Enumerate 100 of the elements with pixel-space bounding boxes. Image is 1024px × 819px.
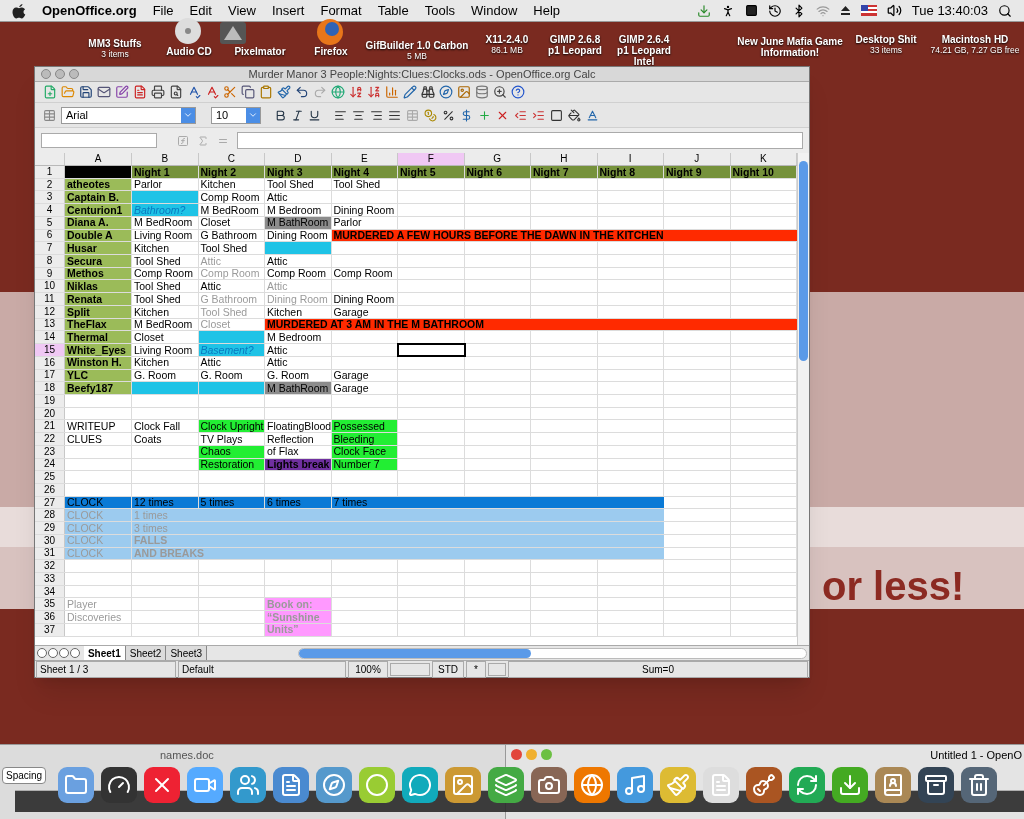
coins-icon[interactable]: [424, 108, 437, 122]
picture-icon[interactable]: [457, 85, 471, 99]
align-justify-icon[interactable]: [388, 108, 401, 122]
camera-icon[interactable]: [531, 767, 567, 803]
menu-item[interactable]: Table: [377, 0, 409, 21]
video-camera-icon[interactable]: [187, 767, 223, 803]
formula-input[interactable]: [237, 132, 803, 149]
x-mark-icon[interactable]: [144, 767, 180, 803]
archive-icon[interactable]: [918, 767, 954, 803]
printer-icon[interactable]: [151, 85, 165, 99]
menu-item[interactable]: Help: [533, 0, 561, 21]
indent-decrease-icon[interactable]: [514, 108, 527, 122]
row-header[interactable]: 21: [35, 420, 65, 433]
binoculars-icon[interactable]: [421, 85, 435, 99]
column-header[interactable]: I: [597, 153, 664, 165]
close-button[interactable]: [511, 749, 522, 760]
menu-item[interactable]: Window: [471, 0, 518, 21]
paintbrush-icon[interactable]: [660, 767, 696, 803]
menu-item[interactable]: Insert: [271, 0, 305, 21]
music-note-icon[interactable]: [617, 767, 653, 803]
desktop-icon-label[interactable]: X11-2.4.0: [485, 34, 529, 45]
column-header[interactable]: H: [531, 153, 598, 165]
document-icon[interactable]: [703, 767, 739, 803]
row-header[interactable]: 22: [35, 433, 65, 445]
scissors-icon[interactable]: [223, 85, 237, 99]
row-header[interactable]: 7: [35, 242, 65, 255]
zoom-level[interactable]: 100%: [348, 660, 388, 678]
currency-icon[interactable]: [460, 108, 473, 122]
row-header[interactable]: 18: [35, 382, 65, 394]
row-header[interactable]: 1: [35, 166, 65, 178]
desktop-icon-label[interactable]: Desktop Shit: [855, 34, 917, 45]
font-name-field[interactable]: Arial: [61, 106, 196, 124]
align-left-icon[interactable]: [334, 108, 347, 122]
horizontal-scrollbar[interactable]: [298, 647, 807, 659]
folder-icon[interactable]: [58, 767, 94, 803]
row-header[interactable]: 14: [35, 331, 65, 344]
row-header[interactable]: 35: [35, 598, 65, 611]
desktop-icon-label[interactable]: Firefox: [314, 46, 348, 57]
pencil-icon[interactable]: [403, 85, 417, 99]
row-header[interactable]: 11: [35, 293, 65, 305]
clock-text[interactable]: Tue 13:40:03: [911, 0, 988, 21]
menu-item[interactable]: View: [228, 0, 256, 21]
page-search-icon[interactable]: [169, 85, 183, 99]
mail-icon[interactable]: [97, 85, 111, 99]
layers-icon[interactable]: [488, 767, 524, 803]
column-header[interactable]: B: [132, 153, 199, 165]
align-right-icon[interactable]: [370, 108, 383, 122]
percent-icon[interactable]: [442, 108, 455, 122]
menu-item[interactable]: File: [152, 0, 174, 21]
compass-icon[interactable]: [316, 767, 352, 803]
row-header[interactable]: 32: [35, 560, 65, 572]
desktop-icon-label[interactable]: Audio CD: [166, 46, 212, 57]
column-header[interactable]: C: [198, 153, 265, 165]
guitar-icon[interactable]: [746, 767, 782, 803]
column-header[interactable]: G: [464, 153, 531, 165]
desktop-icon-label[interactable]: MM3 Stuffs: [88, 38, 142, 49]
copy-icon[interactable]: [241, 85, 255, 99]
table-icon[interactable]: [43, 108, 56, 122]
underline-icon[interactable]: [308, 108, 321, 122]
flag-icon[interactable]: [860, 5, 877, 16]
history-icon[interactable]: [767, 3, 782, 18]
document-icon[interactable]: [273, 767, 309, 803]
paintbrush-icon[interactable]: [277, 85, 291, 99]
column-header[interactable]: D: [265, 153, 332, 165]
chat-bubble-icon[interactable]: [402, 767, 438, 803]
edit-icon[interactable]: [115, 85, 129, 99]
menu-item[interactable]: Edit: [189, 0, 212, 21]
save-icon[interactable]: [79, 85, 93, 99]
spacing-button[interactable]: Spacing: [2, 767, 47, 784]
cell-cursor[interactable]: [398, 344, 465, 356]
sort-ascending-icon[interactable]: [349, 85, 363, 99]
desktop-icon-label[interactable]: GIMP 2.6.8 p1 Leopard: [543, 34, 607, 56]
row-header[interactable]: 3: [35, 191, 65, 204]
zoom-icon[interactable]: [493, 85, 507, 99]
search-icon[interactable]: [998, 3, 1012, 18]
column-header[interactable]: J: [664, 153, 731, 165]
sheet-nav-button[interactable]: [58, 648, 69, 658]
bar-chart-icon[interactable]: [385, 85, 399, 99]
indent-increase-icon[interactable]: [532, 108, 545, 122]
spellcheck-icon[interactable]: [187, 85, 201, 99]
row-header[interactable]: 28: [35, 509, 65, 522]
bold-icon[interactable]: [274, 108, 287, 122]
italic-icon[interactable]: [291, 108, 304, 122]
compass-icon[interactable]: [439, 85, 453, 99]
help-icon[interactable]: [511, 85, 525, 99]
border-icon[interactable]: [550, 108, 563, 122]
row-header[interactable]: 10: [35, 280, 65, 293]
sheet-tab[interactable]: Sheet1: [83, 645, 126, 661]
app-menu[interactable]: OpenOffice.org: [42, 0, 137, 21]
volume-icon[interactable]: [886, 3, 902, 18]
undo-icon[interactable]: [295, 85, 309, 99]
menu-item[interactable]: Tools: [424, 0, 456, 21]
desktop-icon-label[interactable]: Pixelmator: [234, 46, 286, 57]
photo-icon[interactable]: [445, 767, 481, 803]
row-header[interactable]: 25: [35, 471, 65, 483]
gauge-icon[interactable]: [101, 767, 137, 803]
desktop-icon-label[interactable]: GifBuilder 1.0 Carbon: [365, 40, 469, 51]
selection-mode[interactable]: STD: [432, 660, 464, 678]
row-header[interactable]: 36: [35, 611, 65, 623]
clipboard-icon[interactable]: [259, 85, 273, 99]
